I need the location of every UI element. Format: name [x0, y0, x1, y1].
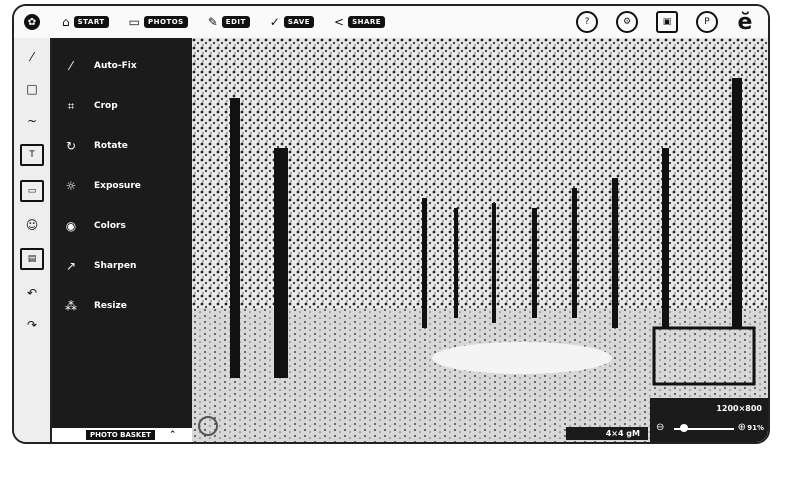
tool-panel: ⁄ Auto-Fix ⌗ Crop ↻ Rotate ☼ Exposure ◉ Color… [52, 38, 192, 442]
photo-canvas[interactable]: 4×4 gM 1200×800 ⊖ ⊕ 91% [192, 38, 768, 442]
brush-icon[interactable]: ⁄ [22, 48, 42, 66]
zoom-in-icon[interactable]: ⊕ [738, 422, 746, 433]
zoom-control: 1200×800 ⊖ ⊕ 91% [650, 398, 768, 442]
tool-label: Auto-Fix [94, 61, 137, 71]
nav-save[interactable]: ✓ SAVE [269, 15, 315, 29]
tool-crop[interactable]: ⌗ Crop [52, 86, 192, 126]
app-logo-icon: ✿ [24, 14, 40, 30]
nav-start[interactable]: ⌂ START [62, 15, 109, 29]
save-icon: ✓ [269, 15, 280, 29]
help-icon[interactable]: ? [576, 11, 598, 33]
nav-share[interactable]: < SHARE [334, 15, 386, 29]
forest-photo [192, 38, 768, 442]
top-right-icons: ? ⚙ ▣ P ĕ [576, 10, 754, 35]
nav-edit[interactable]: ✎ EDIT [208, 15, 250, 29]
colors-icon: ◉ [65, 219, 77, 233]
share-icon: < [334, 15, 345, 29]
nav-edit-label: EDIT [221, 16, 250, 28]
home-icon: ⌂ [62, 15, 70, 29]
tool-resize[interactable]: ⁂ Resize [52, 286, 192, 326]
tool-auto-fix[interactable]: ⁄ Auto-Fix [52, 46, 192, 86]
frame-icon[interactable]: ▭ [20, 180, 44, 202]
square-icon[interactable]: □ [22, 80, 42, 98]
wand-icon[interactable]: ~ [22, 112, 42, 130]
overlay-icon[interactable]: ▤ [20, 248, 44, 270]
exposure-icon: ☼ [65, 179, 77, 193]
nav-photos-label: PHOTOS [144, 16, 188, 28]
tool-label: Colors [94, 221, 126, 231]
photo-basket-bar[interactable]: PHOTO BASKET ⌃ [52, 428, 192, 442]
text-icon[interactable]: T [20, 144, 44, 166]
zoom-out-icon[interactable]: ⊖ [656, 422, 664, 433]
tool-rotate[interactable]: ↻ Rotate [52, 126, 192, 166]
zoom-slider[interactable] [674, 424, 734, 432]
zoom-slider-handle[interactable] [680, 424, 688, 432]
left-rail: ⁄ □ ~ T ▭ ☺ ▤ ↶ ↷ [14, 38, 52, 442]
nav-photos[interactable]: ▭ PHOTOS [129, 15, 188, 29]
tool-sharpen[interactable]: ↗ Sharpen [52, 246, 192, 286]
tool-label: Crop [94, 101, 118, 111]
undo-icon[interactable]: ↶ [22, 284, 42, 302]
nav-save-label: SAVE [283, 16, 315, 28]
nav-start-label: START [73, 16, 109, 28]
rotate-icon: ↻ [65, 139, 77, 153]
tool-label: Resize [94, 301, 127, 311]
photo-info-tag: 4×4 gM [565, 427, 648, 440]
tool-label: Rotate [94, 141, 128, 151]
tool-exposure[interactable]: ☼ Exposure [52, 166, 192, 206]
crop-icon: ⌗ [67, 98, 75, 113]
main-nav: ⌂ START ▭ PHOTOS ✎ EDIT ✓ SAVE < SHARE [62, 15, 386, 29]
app-logo[interactable]: ✿ [14, 6, 50, 38]
sharpen-icon: ↗ [65, 259, 77, 273]
zoom-percent: 91% [747, 424, 764, 432]
photo-basket-label: PHOTO BASKET [86, 430, 155, 440]
photos-icon: ▭ [128, 15, 141, 29]
image-dimensions: 1200×800 [716, 404, 762, 413]
photo-editor-window: ✿ ⌂ START ▭ PHOTOS ✎ EDIT ✓ SAVE < SHARE ? ⚙ … [12, 4, 770, 444]
tool-colors[interactable]: ◉ Colors [52, 206, 192, 246]
expand-icon[interactable]: ⌃ [169, 430, 177, 440]
account-icon[interactable]: ĕ [736, 10, 754, 35]
edit-icon: ✎ [207, 15, 218, 29]
settings-icon[interactable]: ⚙ [616, 11, 638, 33]
auto-fix-icon: ⁄ [69, 59, 72, 73]
tool-label: Sharpen [94, 261, 137, 271]
tool-label: Exposure [94, 181, 141, 191]
top-toolbar: ✿ ⌂ START ▭ PHOTOS ✎ EDIT ✓ SAVE < SHARE ? ⚙ … [14, 6, 768, 40]
sticker-icon[interactable]: ☺ [22, 216, 42, 234]
nav-share-label: SHARE [348, 16, 386, 28]
redo-icon[interactable]: ↷ [22, 316, 42, 334]
resize-icon: ⁂ [65, 299, 77, 313]
gallery-icon[interactable]: ▣ [656, 11, 678, 33]
pinterest-icon[interactable]: P [696, 11, 718, 33]
rotate-handle-icon[interactable] [198, 416, 218, 436]
